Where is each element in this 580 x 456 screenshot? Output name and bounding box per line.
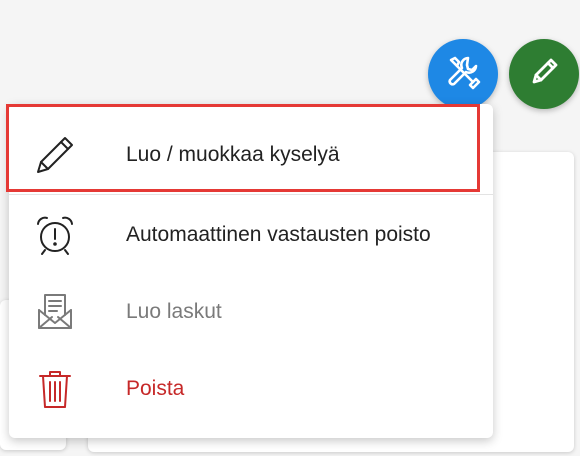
tools-fab[interactable]	[428, 39, 498, 109]
menu-item-label: Luo laskut	[126, 300, 222, 323]
tools-icon	[443, 52, 483, 97]
edit-fab[interactable]	[509, 39, 579, 109]
menu-item-edit-survey[interactable]: Luo / muokkaa kyselyä	[9, 117, 493, 193]
menu-divider	[9, 194, 493, 195]
menu-item-auto-delete[interactable]: Automaattinen vastausten poisto	[9, 197, 493, 273]
alarm-clock-icon	[31, 211, 79, 259]
actions-menu: Luo / muokkaa kyselyä Automaattinen vast…	[6, 104, 493, 438]
menu-item-label: Luo / muokkaa kyselyä	[126, 143, 340, 166]
pencil-icon	[31, 131, 79, 179]
menu-item-label: Poista	[126, 377, 185, 400]
trash-icon	[31, 365, 79, 413]
envelope-document-icon	[31, 288, 79, 336]
pencil-icon	[526, 54, 562, 95]
menu-item-label: Automaattinen vastausten poisto	[126, 223, 431, 246]
menu-item-create-invoices[interactable]: Luo laskut	[9, 274, 493, 350]
menu-item-delete[interactable]: Poista	[9, 351, 493, 427]
